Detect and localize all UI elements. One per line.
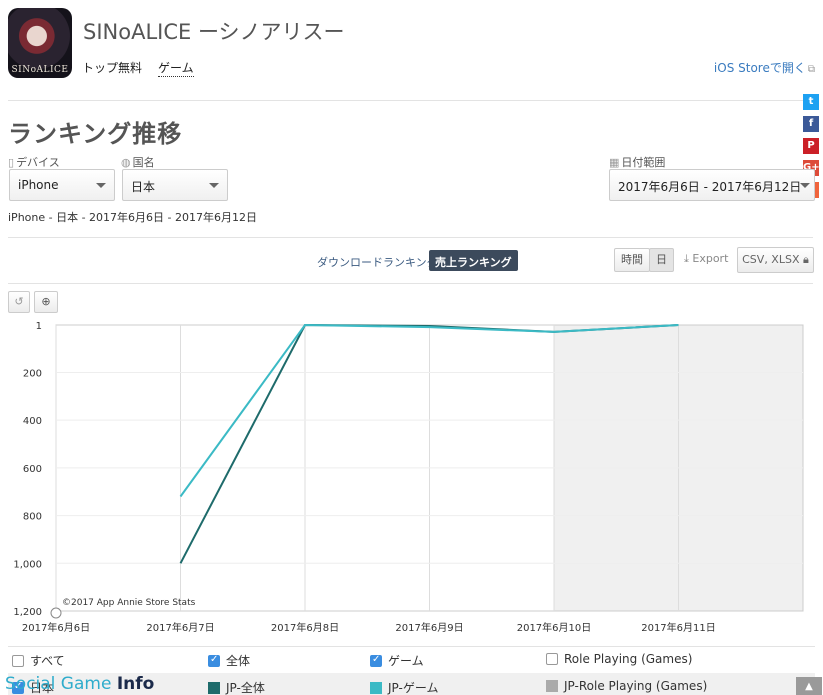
y-tick-label: 800 bbox=[23, 512, 42, 523]
daily-button[interactable]: 日 bbox=[649, 248, 674, 272]
x-tick-label: 2017年6月11日 bbox=[641, 621, 716, 634]
download-icon: ⤓ bbox=[684, 252, 689, 265]
y-tick-label: 1,200 bbox=[13, 607, 42, 618]
twitter-icon[interactable]: t bbox=[803, 94, 819, 110]
ios-store-link-label: iOS Storeで開く bbox=[713, 61, 806, 75]
country-value: 日本 bbox=[131, 180, 156, 194]
swatch-total bbox=[208, 681, 220, 694]
legend-total[interactable]: 全体 bbox=[208, 652, 250, 669]
x-tick-label: 2017年6月6日 bbox=[22, 621, 90, 634]
scroll-top-button[interactable]: ▲ bbox=[796, 677, 822, 695]
country-label: ◍ 国名 bbox=[121, 156, 155, 169]
date-range-label: ▦ 日付範囲 bbox=[609, 156, 666, 169]
lock-icon: 🔒︎ bbox=[803, 253, 809, 266]
app-icon-logo: SINoALICE bbox=[11, 65, 69, 75]
globe-icon: ◍ bbox=[121, 156, 131, 169]
device-value: iPhone bbox=[18, 178, 59, 192]
reset-zoom-button[interactable]: ↺ bbox=[8, 291, 30, 313]
filter-divider bbox=[8, 237, 813, 238]
game-checkbox[interactable] bbox=[370, 654, 382, 667]
app-title: SINoALICE ーシノアリスー bbox=[83, 20, 345, 44]
facebook-icon[interactable]: f bbox=[803, 116, 819, 132]
y-tick-label: 1,000 bbox=[13, 559, 42, 570]
chevron-up-icon: ▲ bbox=[805, 681, 813, 692]
rpg-checkbox[interactable] bbox=[546, 653, 558, 665]
y-tick-label: 200 bbox=[23, 368, 42, 379]
tab-sales-ranking[interactable]: 売上ランキング bbox=[429, 250, 518, 271]
header-divider bbox=[8, 100, 813, 101]
ranking-chart-svg: 2017年6月6日 2017年6月7日 2017年6月8日 2017年6月9日 2017… bbox=[13, 321, 804, 634]
legend-series-rpg: JP-Role Playing (Games) bbox=[546, 679, 707, 693]
date-range-select[interactable]: 2017年6月6日 - 2017年6月12日 bbox=[609, 169, 815, 201]
chevron-down-icon bbox=[800, 183, 810, 188]
pinterest-icon[interactable]: P bbox=[803, 138, 819, 154]
chevron-down-icon bbox=[96, 183, 106, 188]
y-tick-label: 400 bbox=[23, 416, 42, 427]
legend-series-game: JP-ゲーム bbox=[370, 679, 438, 695]
x-tick-label: 2017年6月10日 bbox=[517, 621, 592, 634]
legend-game[interactable]: ゲーム bbox=[370, 652, 424, 669]
genre-link[interactable]: ゲーム bbox=[158, 59, 194, 77]
timeline-marker bbox=[50, 607, 62, 619]
swatch-game bbox=[370, 681, 382, 694]
chart-credit: ©2017 App Annie Store Stats bbox=[62, 598, 196, 608]
undo-icon: ↺ bbox=[14, 295, 24, 308]
ranking-chart: 2017年6月6日 2017年6月7日 2017年6月8日 2017年6月9日 2017… bbox=[8, 318, 823, 638]
y-tick-label: 600 bbox=[23, 464, 42, 475]
device-select[interactable]: iPhone bbox=[9, 169, 115, 201]
external-link-icon: ⧉ bbox=[807, 64, 815, 75]
legend-rpg[interactable]: Role Playing (Games) bbox=[546, 652, 692, 666]
x-tick-label: 2017年6月7日 bbox=[146, 621, 214, 634]
legend-all[interactable]: すべて bbox=[12, 652, 65, 669]
filter-summary: iPhone - 日本 - 2017年6月6日 - 2017年6月12日 bbox=[8, 211, 257, 224]
device-label: ▯ デバイス bbox=[8, 156, 60, 169]
export-button[interactable]: ⤓ Export bbox=[684, 252, 728, 266]
x-tick-label: 2017年6月9日 bbox=[395, 621, 463, 634]
device-icon: ▯ bbox=[8, 156, 15, 169]
csv-export-button[interactable]: CSV, XLSX 🔒︎ bbox=[737, 247, 814, 273]
ranking-type-label: トップ無料 bbox=[82, 61, 143, 75]
swatch-rpg bbox=[546, 680, 558, 692]
chevron-down-icon bbox=[209, 183, 219, 188]
zoom-button[interactable]: ⊕ bbox=[34, 291, 58, 313]
calendar-icon: ▦ bbox=[609, 156, 620, 169]
x-tick-label: 2017年6月8日 bbox=[271, 621, 339, 634]
toolbar-divider bbox=[8, 283, 813, 284]
legend-series-total: JP-全体 bbox=[208, 679, 265, 695]
app-icon: SINoALICE bbox=[8, 8, 72, 78]
date-range-value: 2017年6月6日 - 2017年6月12日 bbox=[618, 180, 802, 194]
section-title: ランキング推移 bbox=[8, 120, 183, 148]
country-select[interactable]: 日本 bbox=[122, 169, 228, 201]
hourly-button[interactable]: 時間 bbox=[614, 248, 650, 272]
watermark: Social Game Info bbox=[5, 674, 155, 694]
ios-store-link[interactable]: iOS Storeで開く ⧉ bbox=[714, 59, 815, 76]
zoom-icon: ⊕ bbox=[41, 295, 51, 308]
all-checkbox[interactable] bbox=[12, 654, 24, 667]
legend-filter-row: すべて 全体 ゲーム Role Playing (Games) bbox=[8, 646, 815, 673]
tab-download-ranking[interactable]: ダウンロードランキング bbox=[317, 254, 438, 270]
y-tick-label: 1 bbox=[36, 321, 42, 332]
total-checkbox[interactable] bbox=[208, 654, 220, 667]
